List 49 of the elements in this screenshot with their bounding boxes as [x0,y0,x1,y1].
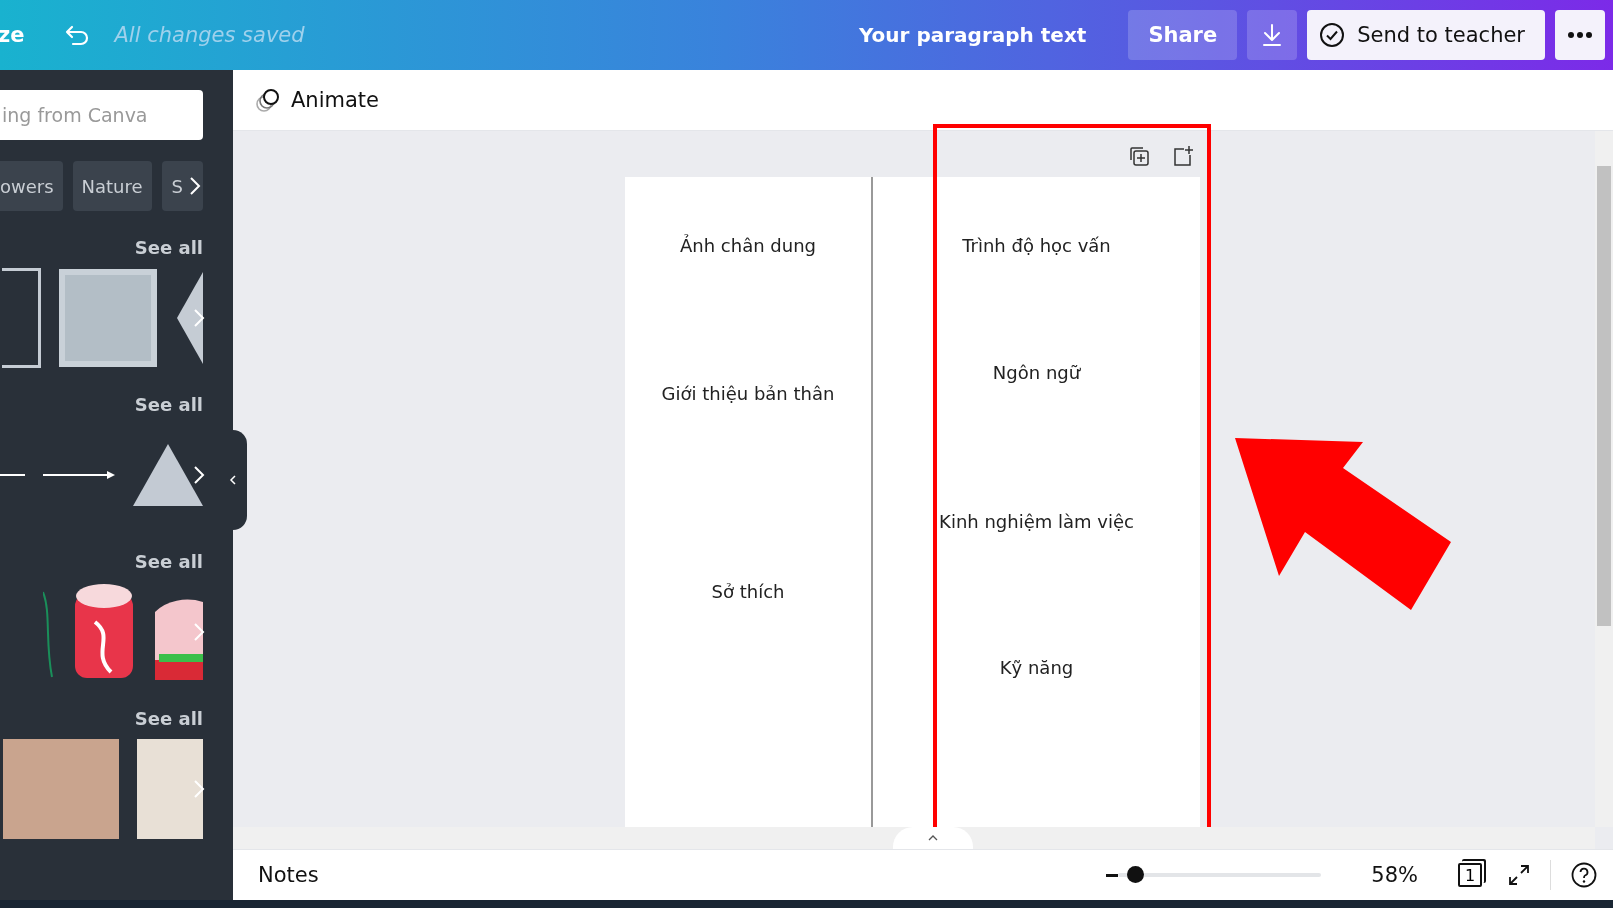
category-tag[interactable]: Nature [72,161,152,211]
animate-icon [255,87,281,113]
more-button[interactable] [1555,10,1605,60]
add-page-icon[interactable] [1172,145,1194,167]
text-box[interactable]: Trình độ học vấn [962,235,1111,256]
document-title[interactable]: Your paragraph text [858,23,1087,47]
chevron-right-icon[interactable] [193,308,205,328]
text-box[interactable]: Ngôn ngữ [992,362,1081,383]
see-all-link[interactable]: See all [134,551,203,572]
save-status: All changes saved [114,23,305,47]
see-all-link[interactable]: See all [134,708,203,729]
see-all-link[interactable]: See all [134,237,203,258]
send-to-teacher-button[interactable]: Send to teacher [1307,10,1545,60]
help-icon[interactable] [1571,862,1597,888]
chevron-up-icon [928,835,938,841]
download-button[interactable] [1247,10,1298,60]
fullscreen-icon[interactable] [1508,864,1530,886]
download-icon [1261,23,1284,47]
vertical-scrollbar[interactable] [1595,131,1613,827]
undo-icon[interactable] [64,24,91,46]
category-tag[interactable]: owers [0,161,63,211]
duplicate-page-icon[interactable] [1128,145,1150,167]
arrow-line-shape[interactable] [43,470,115,480]
triangle-shape[interactable] [133,444,203,506]
text-box[interactable]: Ảnh chân dung [680,235,816,256]
chevron-right-icon[interactable] [193,622,205,642]
text-box[interactable]: Sở thích [711,581,785,602]
diamond-shape[interactable] [175,270,203,366]
more-icon [1567,31,1593,39]
search-field[interactable]: ing from Canva [0,90,203,140]
text-box[interactable]: Kỹ năng [999,657,1074,678]
chevron-right-icon[interactable] [193,779,205,799]
horizontal-scrollbar[interactable] [233,827,1595,849]
category-tag[interactable]: S [161,161,203,211]
text-box[interactable]: Kinh nghiệm làm việc [939,511,1134,532]
check-circle-icon [1319,22,1346,48]
slider-thumb[interactable] [1126,866,1144,883]
share-button[interactable]: Share [1128,10,1238,60]
notes-button[interactable]: Notes [258,863,319,887]
chevron-left-icon [229,474,237,486]
chevron-right-icon[interactable] [189,176,201,196]
see-all-link[interactable]: See all [134,394,203,415]
chevron-right-icon[interactable] [193,465,205,485]
design-page[interactable]: Ảnh chân dung Giới thiệu bản thân Sở thích Trình độ học vấn Ngôn ngữ Kinh nghiệm làm việc Kỹ năng [625,177,1200,829]
square-outline-shape[interactable] [2,268,41,368]
zoom-slider[interactable] [1106,865,1322,885]
zoom-percentage[interactable]: 58% [1371,863,1418,887]
text-box[interactable]: Giới thiệu bản thân [661,383,835,404]
animate-button[interactable]: Animate [249,86,385,114]
